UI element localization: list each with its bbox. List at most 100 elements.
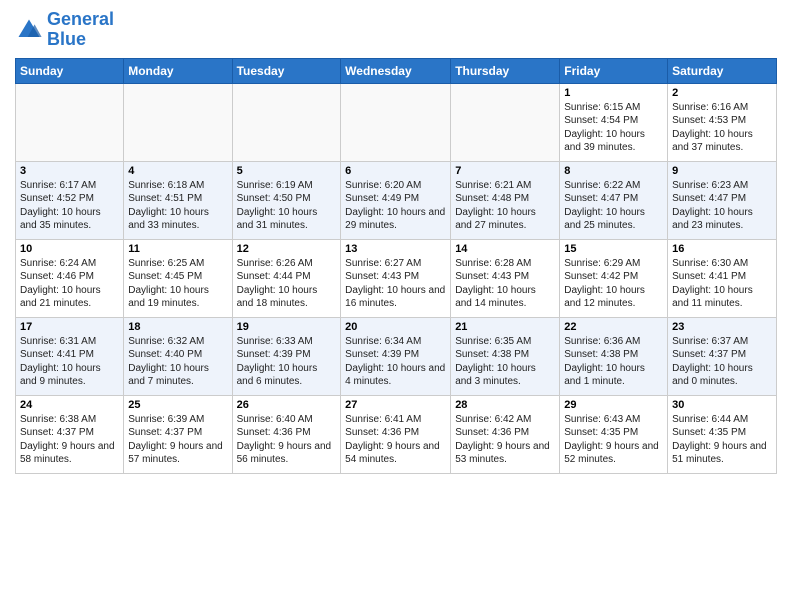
logo-text: General Blue [47,10,114,50]
calendar-cell [451,83,560,161]
day-number: 23 [672,321,772,333]
calendar-cell: 3 Sunrise: 6:17 AM Sunset: 4:52 PM Daylig… [16,161,124,239]
calendar-week-row: 10 Sunrise: 6:24 AM Sunset: 4:46 PM Dayli… [16,239,777,317]
logo-icon [15,16,43,44]
calendar-header-sunday: Sunday [16,58,124,83]
calendar-cell: 27 Sunrise: 6:41 AM Sunset: 4:36 PM Dayli… [341,395,451,473]
day-number: 12 [237,243,337,255]
day-number: 6 [345,165,446,177]
day-number: 10 [20,243,119,255]
day-info: Sunrise: 6:23 AM Sunset: 4:47 PM Dayligh… [672,179,772,233]
calendar-header-thursday: Thursday [451,58,560,83]
calendar-cell: 16 Sunrise: 6:30 AM Sunset: 4:41 PM Dayli… [668,239,777,317]
calendar-cell: 2Sunrise: 6:16 AM Sunset: 4:53 PM Daylig… [668,83,777,161]
calendar-cell: 19Sunrise: 6:33 AM Sunset: 4:39 PM Dayli… [232,317,341,395]
calendar-cell: 14Sunrise: 6:28 AM Sunset: 4:43 PM Dayli… [451,239,560,317]
day-info: Sunrise: 6:39 AM Sunset: 4:37 PM Dayligh… [128,413,227,467]
calendar-cell: 28 Sunrise: 6:42 AM Sunset: 4:36 PM Dayli… [451,395,560,473]
calendar-header-saturday: Saturday [668,58,777,83]
day-info: Sunrise: 6:27 AM Sunset: 4:43 PM Dayligh… [345,257,446,311]
day-number: 5 [237,165,337,177]
day-number: 3 [20,165,119,177]
calendar-header-tuesday: Tuesday [232,58,341,83]
calendar-header-wednesday: Wednesday [341,58,451,83]
day-number: 16 [672,243,772,255]
calendar-cell: 5 Sunrise: 6:19 AM Sunset: 4:50 PM Daylig… [232,161,341,239]
day-number: 11 [128,243,227,255]
calendar-cell: 25 Sunrise: 6:39 AM Sunset: 4:37 PM Dayli… [124,395,232,473]
day-info: Sunrise: 6:40 AM Sunset: 4:36 PM Dayligh… [237,413,337,467]
day-number: 25 [128,399,227,411]
calendar-cell: 18 Sunrise: 6:32 AM Sunset: 4:40 PM Dayli… [124,317,232,395]
day-info: Sunrise: 6:22 AM Sunset: 4:47 PM Dayligh… [564,179,663,233]
calendar-week-row: 3 Sunrise: 6:17 AM Sunset: 4:52 PM Daylig… [16,161,777,239]
day-info: Sunrise: 6:29 AM Sunset: 4:42 PM Dayligh… [564,257,663,311]
day-info: Sunrise: 6:24 AM Sunset: 4:46 PM Dayligh… [20,257,119,311]
day-info: Sunrise: 6:35 AM Sunset: 4:38 PM Dayligh… [455,335,555,389]
calendar-cell: 8 Sunrise: 6:22 AM Sunset: 4:47 PM Daylig… [560,161,668,239]
day-info: Sunrise: 6:26 AM Sunset: 4:44 PM Dayligh… [237,257,337,311]
day-info: Sunrise: 6:34 AM Sunset: 4:39 PM Dayligh… [345,335,446,389]
day-info: Sunrise: 6:38 AM Sunset: 4:37 PM Dayligh… [20,413,119,467]
day-info: Sunrise: 6:17 AM Sunset: 4:52 PM Dayligh… [20,179,119,233]
day-info: Sunrise: 6:30 AM Sunset: 4:41 PM Dayligh… [672,257,772,311]
day-info: Sunrise: 6:41 AM Sunset: 4:36 PM Dayligh… [345,413,446,467]
calendar-cell: 11 Sunrise: 6:25 AM Sunset: 4:45 PM Dayli… [124,239,232,317]
day-number: 17 [20,321,119,333]
calendar-cell: 23 Sunrise: 6:37 AM Sunset: 4:37 PM Dayli… [668,317,777,395]
calendar-week-row: 17 Sunrise: 6:31 AM Sunset: 4:41 PM Dayli… [16,317,777,395]
day-info: Sunrise: 6:37 AM Sunset: 4:37 PM Dayligh… [672,335,772,389]
calendar-cell: 10 Sunrise: 6:24 AM Sunset: 4:46 PM Dayli… [16,239,124,317]
day-info: Sunrise: 6:44 AM Sunset: 4:35 PM Dayligh… [672,413,772,467]
calendar-header-monday: Monday [124,58,232,83]
calendar-cell [124,83,232,161]
calendar-cell: 21 Sunrise: 6:35 AM Sunset: 4:38 PM Dayli… [451,317,560,395]
header: General Blue [15,10,777,50]
day-info: Sunrise: 6:31 AM Sunset: 4:41 PM Dayligh… [20,335,119,389]
calendar-cell: 7 Sunrise: 6:21 AM Sunset: 4:48 PM Daylig… [451,161,560,239]
day-number: 28 [455,399,555,411]
day-number: 8 [564,165,663,177]
day-number: 9 [672,165,772,177]
calendar-cell: 29 Sunrise: 6:43 AM Sunset: 4:35 PM Dayli… [560,395,668,473]
day-number: 15 [564,243,663,255]
day-number: 30 [672,399,772,411]
day-info: Sunrise: 6:28 AM Sunset: 4:43 PM Dayligh… [455,257,555,311]
logo: General Blue [15,10,114,50]
day-info: Sunrise: 6:15 AM Sunset: 4:54 PM Dayligh… [564,101,663,155]
calendar-week-row: 24 Sunrise: 6:38 AM Sunset: 4:37 PM Dayli… [16,395,777,473]
calendar-header-row: SundayMondayTuesdayWednesdayThursdayFrid… [16,58,777,83]
calendar-header-friday: Friday [560,58,668,83]
day-info: Sunrise: 6:19 AM Sunset: 4:50 PM Dayligh… [237,179,337,233]
page: General Blue SundayMondayTuesdayWednesda… [0,0,792,612]
calendar-cell: 6 Sunrise: 6:20 AM Sunset: 4:49 PM Daylig… [341,161,451,239]
day-number: 1 [564,87,663,99]
calendar-cell: 1 Sunrise: 6:15 AM Sunset: 4:54 PM Daylig… [560,83,668,161]
calendar-cell: 24 Sunrise: 6:38 AM Sunset: 4:37 PM Dayli… [16,395,124,473]
calendar-cell: 30 Sunrise: 6:44 AM Sunset: 4:35 PM Dayli… [668,395,777,473]
day-number: 29 [564,399,663,411]
calendar-cell: 4Sunrise: 6:18 AM Sunset: 4:51 PM Daylig… [124,161,232,239]
day-info: Sunrise: 6:25 AM Sunset: 4:45 PM Dayligh… [128,257,227,311]
day-info: Sunrise: 6:18 AM Sunset: 4:51 PM Dayligh… [128,179,227,233]
calendar-cell: 9 Sunrise: 6:23 AM Sunset: 4:47 PM Daylig… [668,161,777,239]
day-number: 13 [345,243,446,255]
day-info: Sunrise: 6:42 AM Sunset: 4:36 PM Dayligh… [455,413,555,467]
calendar-week-row: 1 Sunrise: 6:15 AM Sunset: 4:54 PM Daylig… [16,83,777,161]
calendar-cell [16,83,124,161]
calendar-cell: 17 Sunrise: 6:31 AM Sunset: 4:41 PM Dayli… [16,317,124,395]
day-number: 7 [455,165,555,177]
day-number: 18 [128,321,227,333]
day-info: Sunrise: 6:43 AM Sunset: 4:35 PM Dayligh… [564,413,663,467]
day-number: 27 [345,399,446,411]
day-number: 19 [237,321,337,333]
day-info: Sunrise: 6:21 AM Sunset: 4:48 PM Dayligh… [455,179,555,233]
day-info: Sunrise: 6:32 AM Sunset: 4:40 PM Dayligh… [128,335,227,389]
day-number: 26 [237,399,337,411]
day-number: 21 [455,321,555,333]
calendar-cell: 22Sunrise: 6:36 AM Sunset: 4:38 PM Dayli… [560,317,668,395]
day-info: Sunrise: 6:20 AM Sunset: 4:49 PM Dayligh… [345,179,446,233]
calendar-table: SundayMondayTuesdayWednesdayThursdayFrid… [15,58,777,474]
day-number: 24 [20,399,119,411]
day-number: 20 [345,321,446,333]
